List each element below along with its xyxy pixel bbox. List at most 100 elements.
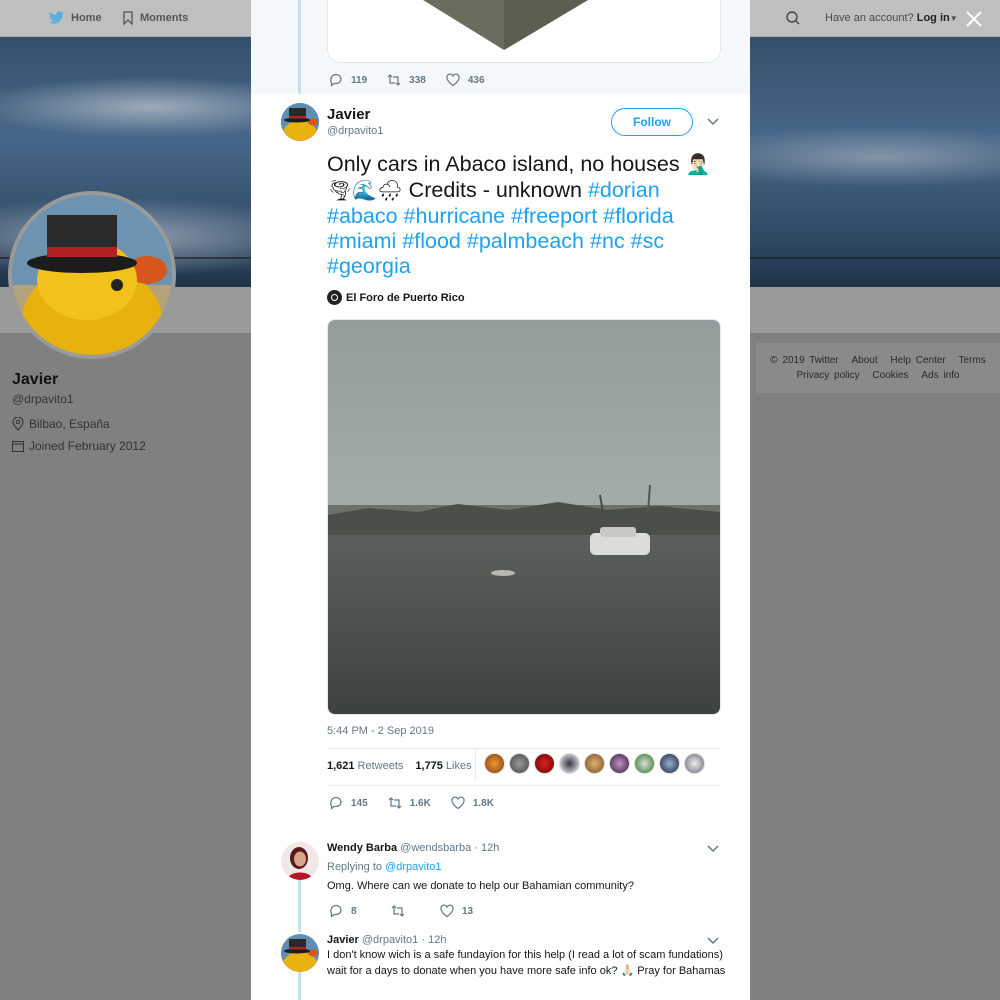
reply-icon: [330, 73, 342, 87]
footer-about-link[interactable]: About: [851, 355, 877, 366]
retweet-icon: [387, 74, 401, 86]
media-source[interactable]: El Foro de Puerto Rico: [327, 290, 465, 305]
caret-down-icon: ▼: [949, 14, 958, 23]
reply-time[interactable]: · 12h: [421, 934, 446, 946]
liker-avatar[interactable]: [509, 753, 530, 774]
liker-avatar[interactable]: [534, 753, 555, 774]
tweet-credits: Credits - unknown: [408, 178, 582, 202]
nav-moments-label: Moments: [140, 12, 189, 24]
replying-to-link[interactable]: @drpavito1: [385, 861, 441, 873]
facepalm-emoji: 🤦🏻‍♂️: [685, 154, 711, 176]
retweets-stat[interactable]: 1,621 Retweets: [327, 760, 403, 772]
reply-count: 8: [351, 905, 357, 917]
retweet-action[interactable]: 1.6K: [388, 796, 431, 810]
hashtag-link[interactable]: #sc: [631, 229, 664, 253]
profile-avatar[interactable]: [8, 191, 176, 359]
hashtag-link[interactable]: #dorian: [588, 178, 660, 202]
reply-actions: 8 13: [329, 904, 493, 918]
hashtag-link[interactable]: #georgia: [327, 254, 411, 278]
previous-tweet-media[interactable]: [327, 0, 721, 63]
liker-avatar[interactable]: [559, 753, 580, 774]
like-action[interactable]: 436: [446, 73, 485, 87]
thread-line: [298, 972, 301, 1000]
previous-media-image: [328, 0, 720, 62]
profile-name: Javier: [12, 371, 59, 388]
footer-links: © 2019 Twitter About Help Center Terms P…: [756, 343, 1000, 393]
follow-button[interactable]: Follow: [611, 108, 693, 136]
hashtag-link[interactable]: #freeport: [511, 204, 597, 228]
heart-icon: [446, 73, 460, 87]
search-icon[interactable]: [785, 10, 801, 26]
retweets-stat-label: Retweets: [357, 760, 404, 772]
liker-avatar[interactable]: [484, 753, 505, 774]
hashtag-link[interactable]: #nc: [590, 229, 625, 253]
reply-icon: [330, 796, 342, 810]
like-action[interactable]: 1.8K: [451, 796, 494, 810]
tweet-video[interactable]: [327, 319, 721, 715]
retweet-icon: [388, 797, 402, 809]
source-avatar-icon: [327, 290, 342, 305]
reply-action[interactable]: 119: [329, 73, 367, 87]
chevron-down-icon[interactable]: [707, 118, 719, 126]
likes-stat-count: 1,775: [415, 760, 443, 772]
hashtag-link[interactable]: #flood: [402, 229, 461, 253]
duck-avatar-image: [281, 934, 319, 972]
login-prompt[interactable]: Have an account? Log in▼: [825, 12, 958, 24]
hashtag-link[interactable]: #palmbeach: [467, 229, 584, 253]
liker-avatar[interactable]: [584, 753, 605, 774]
retweet-action[interactable]: 338: [387, 73, 426, 87]
liker-avatar[interactable]: [609, 753, 630, 774]
footer-help-link[interactable]: Help Center: [890, 355, 945, 366]
liker-avatar[interactable]: [634, 753, 655, 774]
footer-ads-link[interactable]: Ads info: [921, 370, 959, 381]
footer-terms-link[interactable]: Terms: [959, 355, 986, 366]
nav-home[interactable]: Home: [48, 11, 102, 25]
login-link[interactable]: Log in: [917, 12, 950, 24]
liker-avatar[interactable]: [684, 753, 705, 774]
thread-line: [298, 0, 301, 94]
liker-avatar[interactable]: [659, 753, 680, 774]
divider: [327, 748, 719, 749]
chevron-down-icon[interactable]: [707, 845, 719, 853]
reply-icon: [330, 904, 342, 918]
chevron-down-icon[interactable]: [707, 937, 719, 945]
media-source-name: El Foro de Puerto Rico: [346, 291, 465, 304]
nav-moments[interactable]: Moments: [122, 11, 188, 25]
profile-joined-text: Joined February 2012: [29, 439, 146, 453]
hashtag-link[interactable]: #hurricane: [404, 204, 506, 228]
account-prompt-text: Have an account?: [825, 12, 914, 24]
retweet-action[interactable]: [391, 904, 405, 918]
retweet-count: 1.6K: [409, 797, 431, 809]
hashtag-link[interactable]: #abaco: [327, 204, 398, 228]
heart-icon: [440, 904, 454, 918]
like-action[interactable]: 13: [440, 904, 473, 918]
reply-author-handle[interactable]: @drpavito1: [362, 934, 418, 946]
reply-time[interactable]: · 12h: [474, 842, 499, 854]
stats-divider: [475, 747, 476, 781]
reply-author-handle[interactable]: @wendsbarba: [400, 842, 471, 854]
reply-action[interactable]: 8: [329, 904, 371, 918]
hashtag-link[interactable]: #miami: [327, 229, 396, 253]
nav-home-label: Home: [71, 12, 102, 24]
reply-author-name[interactable]: Wendy Barba: [327, 842, 397, 854]
flood-video-frame: [328, 320, 720, 714]
twitter-bird-icon: [48, 11, 65, 24]
profile-location: Bilbao, España: [12, 417, 110, 431]
reply-action[interactable]: 145: [329, 796, 368, 810]
tweet-author-avatar[interactable]: [281, 103, 319, 141]
tweet-author-handle[interactable]: @drpavito1: [327, 125, 383, 137]
woman-avatar-image: [281, 842, 319, 880]
footer-privacy-link[interactable]: Privacy policy: [797, 370, 860, 381]
like-count: 13: [462, 905, 474, 917]
reply-author-name[interactable]: Javier: [327, 934, 359, 946]
tweet-timestamp[interactable]: 5:44 PM - 2 Sep 2019: [327, 725, 434, 737]
replying-to-prefix: Replying to: [327, 861, 383, 873]
hashtag-link[interactable]: #florida: [603, 204, 674, 228]
reply-author-avatar[interactable]: [281, 842, 319, 880]
reply-text: I don't know wich is a safe fundayion fo…: [327, 949, 726, 977]
tweet-author-name[interactable]: Javier: [327, 106, 370, 123]
footer-cookies-link[interactable]: Cookies: [872, 370, 908, 381]
reply-author-avatar[interactable]: [281, 934, 319, 972]
close-icon[interactable]: [964, 9, 984, 29]
likes-stat[interactable]: 1,775 Likes: [415, 760, 471, 772]
